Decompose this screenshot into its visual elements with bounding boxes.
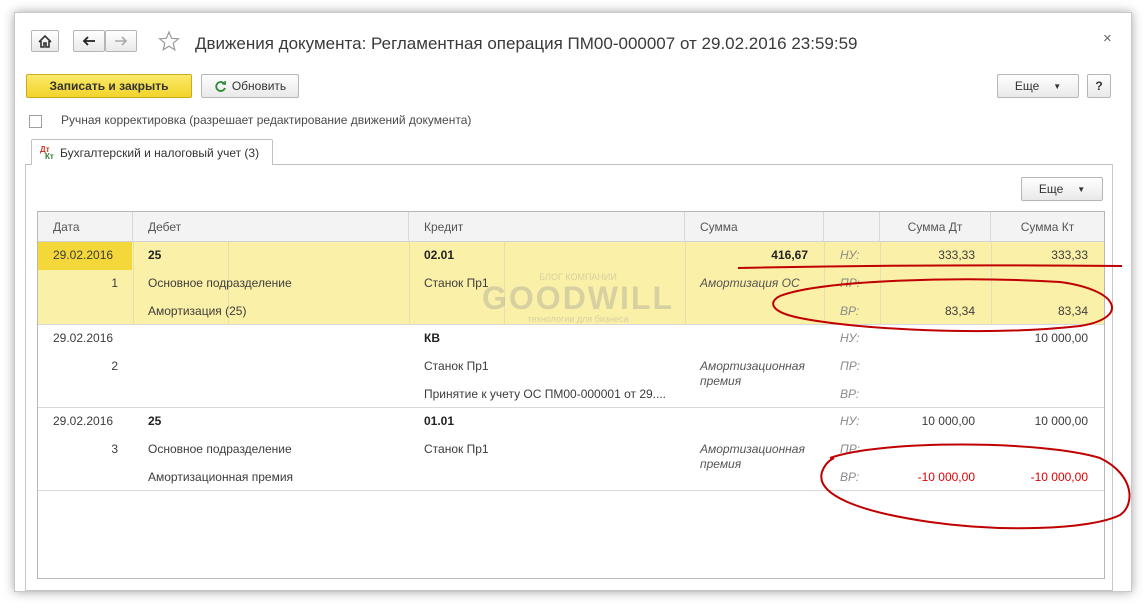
arrow-left-icon	[82, 36, 95, 46]
refresh-label: Обновить	[231, 79, 287, 93]
cell-sum-dt-vr[interactable]: -10 000,00	[880, 470, 975, 484]
label-vr: ВР:	[840, 304, 860, 318]
manual-edit-checkbox[interactable]	[29, 115, 42, 128]
column-header-debet[interactable]: Дебет	[133, 212, 409, 242]
cell-credit-subconto-1[interactable]: Станок Пр1	[424, 442, 489, 456]
cell-sum-kt-vr[interactable]: 83,34	[991, 304, 1088, 318]
manual-edit-label: Ручная корректировка (разрешает редактир…	[61, 113, 472, 127]
cell-debet-subconto-2[interactable]: Амортизация (25)	[148, 304, 246, 318]
cell-sum-dt-nu[interactable]: 10 000,00	[880, 414, 975, 428]
cell-content[interactable]: Амортизационная премия	[700, 442, 815, 472]
column-header-sum[interactable]: Сумма	[685, 212, 824, 242]
home-icon	[38, 34, 52, 48]
back-button[interactable]	[73, 30, 105, 52]
label-pr: ПР:	[840, 276, 860, 290]
label-pr: ПР:	[840, 359, 860, 373]
cell-credit-account[interactable]: КВ	[424, 331, 440, 345]
cell-date[interactable]: 29.02.2016	[53, 331, 113, 345]
cell-row-number: 2	[111, 359, 118, 373]
cell-credit-subconto-2[interactable]: Принятие к учету ОС ПМ00-000001 от 29...…	[424, 387, 666, 401]
label-vr: ВР:	[840, 387, 860, 401]
table-row[interactable]: 29.02.2016 2 КВ Станок Пр1 Принятие к уч…	[38, 325, 1104, 408]
dt-kt-icon: Дт Кт	[40, 144, 54, 161]
cell-debet-subconto-1[interactable]: Основное подразделение	[148, 442, 292, 456]
cell-credit-subconto-1[interactable]: Станок Пр1	[424, 359, 489, 373]
cell-credit-account[interactable]: 02.01	[424, 248, 454, 262]
cell-sum-dt-vr[interactable]: 83,34	[880, 304, 975, 318]
home-button[interactable]	[31, 30, 59, 52]
cell-date[interactable]: 29.02.2016	[53, 414, 113, 428]
label-nu: НУ:	[840, 414, 860, 428]
dropdown-arrow-icon: ▼	[1077, 184, 1086, 194]
column-header-type[interactable]	[824, 212, 880, 242]
cell-sum-dt-nu[interactable]: 333,33	[880, 248, 975, 262]
cell-debet-account[interactable]: 25	[148, 414, 161, 428]
label-vr: ВР:	[840, 470, 860, 484]
cell-sum-kt-nu[interactable]: 333,33	[991, 248, 1088, 262]
tab-accounting-label: Бухгалтерский и налоговый учет (3)	[60, 145, 260, 160]
cell-credit-subconto-1[interactable]: Станок Пр1	[424, 276, 489, 290]
cell-debet-subconto-1[interactable]: Основное подразделение	[148, 276, 292, 290]
refresh-icon	[215, 80, 226, 92]
forward-button[interactable]	[105, 30, 137, 52]
window-title: Движения документа: Регламентная операци…	[195, 34, 858, 53]
table-row[interactable]: 29.02.2016 3 25 Основное подразделение А…	[38, 408, 1104, 491]
cell-credit-account[interactable]: 01.01	[424, 414, 454, 428]
arrow-right-icon	[115, 36, 128, 46]
cell-sum-kt-nu[interactable]: 10 000,00	[991, 331, 1088, 345]
cell-debet-account[interactable]: 25	[148, 248, 161, 262]
grid-more-label: Еще	[1038, 182, 1064, 196]
save-and-close-button[interactable]: Записать и закрыть	[26, 74, 192, 98]
more-button[interactable]: Еще ▼	[997, 74, 1079, 98]
column-header-credit[interactable]: Кредит	[409, 212, 685, 242]
column-header-sum-dt[interactable]: Сумма Дт	[880, 212, 991, 242]
movements-table[interactable]: Дата Дебет Кредит Сумма Сумма Дт Сумма К…	[37, 211, 1105, 579]
table-row[interactable]: 29.02.2016 1 25 Основное подразделение А…	[38, 242, 1104, 325]
cell-row-number: 1	[111, 276, 118, 290]
cell-sum-kt-vr[interactable]: -10 000,00	[991, 470, 1088, 484]
column-header-sum-kt[interactable]: Сумма Кт	[991, 212, 1104, 242]
help-button[interactable]: ?	[1087, 74, 1111, 98]
tab-accounting[interactable]: Дт Кт Бухгалтерский и налоговый учет (3)	[31, 139, 273, 165]
favorite-star-icon[interactable]	[158, 30, 180, 52]
cell-date[interactable]: 29.02.2016	[53, 248, 113, 262]
label-nu: НУ:	[840, 248, 860, 262]
cell-sum-kt-nu[interactable]: 10 000,00	[991, 414, 1088, 428]
more-label: Еще	[1014, 79, 1040, 93]
cell-content[interactable]: Амортизация ОС	[700, 276, 800, 290]
cell-content[interactable]: Амортизационная премия	[700, 359, 815, 389]
cell-row-number: 3	[111, 442, 118, 456]
label-nu: НУ:	[840, 331, 860, 345]
label-pr: ПР:	[840, 442, 860, 456]
dropdown-arrow-icon: ▼	[1053, 81, 1062, 91]
column-header-date[interactable]: Дата	[38, 212, 133, 242]
close-icon[interactable]: ×	[1103, 30, 1112, 47]
cell-debet-subconto-2[interactable]: Амортизационная премия	[148, 470, 293, 484]
cell-sum[interactable]: 416,67	[688, 248, 808, 262]
document-movements-window: Движения документа: Регламентная операци…	[14, 12, 1132, 592]
grid-more-button[interactable]: Еще ▼	[1021, 177, 1103, 201]
refresh-button[interactable]: Обновить	[201, 74, 299, 98]
